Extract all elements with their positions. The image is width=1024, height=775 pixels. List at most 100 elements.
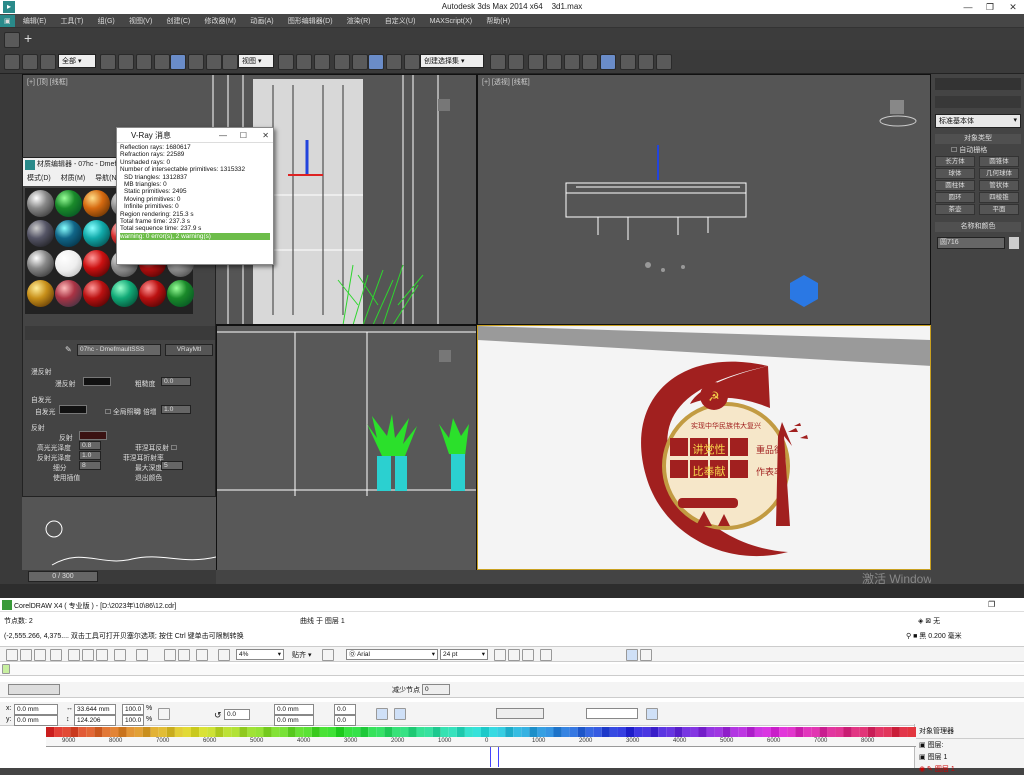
fresnel-checkbox[interactable]: 菲涅耳反射 ☐ xyxy=(135,442,177,452)
palette-swatch[interactable] xyxy=(811,727,820,737)
object-type-rollout[interactable]: 对象类型 xyxy=(935,134,1021,144)
palette-swatch[interactable] xyxy=(464,727,473,737)
mirror-icon[interactable] xyxy=(490,54,506,70)
palette-swatch[interactable] xyxy=(255,727,264,737)
palette-swatch[interactable] xyxy=(54,727,63,737)
select-by-name-icon[interactable] xyxy=(118,54,134,70)
palette-swatch[interactable] xyxy=(891,727,900,737)
sample-slot[interactable] xyxy=(111,280,138,307)
bullets-icon[interactable] xyxy=(626,649,638,661)
palette-swatch[interactable] xyxy=(682,727,691,737)
menu-item[interactable]: 图形编辑器(D) xyxy=(282,14,339,28)
palette-swatch[interactable] xyxy=(368,727,377,737)
palette-swatch[interactable] xyxy=(787,727,796,737)
palette-swatch[interactable] xyxy=(352,727,361,737)
palette-swatch[interactable] xyxy=(537,727,546,737)
palette-swatch[interactable] xyxy=(714,727,723,737)
multiplier-checkbox[interactable]: ☑ 倍增 xyxy=(135,406,157,416)
palette-swatch[interactable] xyxy=(303,727,312,737)
mirror-v-icon[interactable] xyxy=(394,708,406,720)
menu-item[interactable]: 视图(V) xyxy=(123,14,158,28)
ref-coord-dropdown[interactable]: 视图 ▾ xyxy=(238,54,274,68)
palette-swatch[interactable] xyxy=(875,727,884,737)
palette-swatch[interactable] xyxy=(738,727,747,737)
menu-item[interactable]: 编辑(E) xyxy=(17,14,52,28)
save-icon[interactable] xyxy=(34,649,46,661)
palette-swatch[interactable] xyxy=(287,727,296,737)
sample-slot[interactable] xyxy=(167,280,194,307)
open-icon[interactable] xyxy=(20,649,32,661)
graphite-icon[interactable] xyxy=(546,54,562,70)
palette-swatch[interactable] xyxy=(746,727,755,737)
angle-field-2[interactable]: 0.0 xyxy=(334,715,356,726)
palette-swatch[interactable] xyxy=(344,727,353,737)
create-category-icons[interactable] xyxy=(935,96,1021,108)
keyboard-shortcut-icon[interactable] xyxy=(314,54,330,70)
select-icon[interactable] xyxy=(100,54,116,70)
selection-filter-dropdown[interactable]: 全部 ▾ xyxy=(58,54,96,68)
palette-swatch[interactable] xyxy=(835,727,844,737)
palette-swatch[interactable] xyxy=(62,727,71,737)
copy-icon[interactable] xyxy=(82,649,94,661)
torus-button[interactable]: 圆环 xyxy=(935,192,975,203)
palette-swatch[interactable] xyxy=(182,727,191,737)
subdivs-field[interactable]: 8 xyxy=(79,461,101,470)
rotation-field[interactable]: 0.0 xyxy=(224,709,250,720)
autogrid-checkbox[interactable]: ☐ 自动栅格 xyxy=(951,145,987,155)
render-setup-icon[interactable] xyxy=(620,54,636,70)
x-field[interactable]: 0.0 mm xyxy=(14,704,58,715)
palette-swatch[interactable] xyxy=(336,727,345,737)
palette-swatch[interactable] xyxy=(150,727,159,737)
layer-row[interactable]: ▣ 图层 1 xyxy=(915,751,1024,763)
rendered-frame-icon[interactable] xyxy=(638,54,654,70)
max-depth-field[interactable]: 5 xyxy=(161,461,183,470)
sample-slot[interactable] xyxy=(139,280,166,307)
palette-swatch[interactable] xyxy=(102,727,111,737)
named-selection-dropdown[interactable]: 创建选择集 ▾ xyxy=(420,54,484,68)
curve-editor-icon[interactable] xyxy=(564,54,580,70)
app-launcher-icon[interactable] xyxy=(196,649,208,661)
maximize-icon[interactable]: ❐ xyxy=(979,0,1001,14)
menu-item[interactable]: 自定义(U) xyxy=(379,14,422,28)
geosphere-button[interactable]: 几何球体 xyxy=(979,168,1019,179)
export-icon[interactable] xyxy=(178,649,190,661)
palette-swatch[interactable] xyxy=(311,727,320,737)
angle-snap-icon[interactable] xyxy=(352,54,368,70)
palette-swatch[interactable] xyxy=(730,727,739,737)
palette-swatch[interactable] xyxy=(754,727,763,737)
max-app-icon[interactable]: ▣ xyxy=(0,15,15,27)
close-icon[interactable]: ✕ xyxy=(1002,0,1024,14)
align-icon[interactable] xyxy=(540,649,552,661)
palette-swatch[interactable] xyxy=(561,727,570,737)
palette-swatch[interactable] xyxy=(263,727,272,737)
palette-swatch[interactable] xyxy=(577,727,586,737)
close-icon[interactable]: ✕ xyxy=(262,128,269,143)
palette-swatch[interactable] xyxy=(440,727,449,737)
italic-icon[interactable] xyxy=(508,649,520,661)
palette-swatch[interactable] xyxy=(851,727,860,737)
viewport-perspective[interactable]: [+] [透视] [线框] xyxy=(477,74,931,325)
wrap-text-icon[interactable] xyxy=(646,708,658,720)
menu-material[interactable]: 材质(M) xyxy=(57,175,90,182)
sample-slot[interactable] xyxy=(27,280,54,307)
palette-swatch[interactable] xyxy=(626,727,635,737)
page-icon[interactable] xyxy=(2,664,10,674)
palette-swatch[interactable] xyxy=(545,727,554,737)
new-icon[interactable] xyxy=(6,649,18,661)
minimize-icon[interactable]: — xyxy=(957,0,979,14)
link-icon[interactable] xyxy=(4,54,20,70)
palette-swatch[interactable] xyxy=(634,727,643,737)
material-toolbar[interactable] xyxy=(25,326,215,340)
palette-swatch[interactable] xyxy=(593,727,602,737)
palette-swatch[interactable] xyxy=(199,727,208,737)
palette-swatch[interactable] xyxy=(666,727,675,737)
pyramid-button[interactable]: 四棱锥 xyxy=(979,192,1019,203)
undo-icon[interactable] xyxy=(114,649,126,661)
vray-log[interactable]: Reflection rays: 1680617 Refraction rays… xyxy=(117,143,273,259)
palette-swatch[interactable] xyxy=(481,727,490,737)
pos-field-1[interactable]: 0.0 mm xyxy=(274,704,314,715)
palette-swatch[interactable] xyxy=(771,727,780,737)
render-icon[interactable] xyxy=(656,54,672,70)
sample-slot[interactable] xyxy=(83,280,110,307)
palette-swatch[interactable] xyxy=(142,727,151,737)
